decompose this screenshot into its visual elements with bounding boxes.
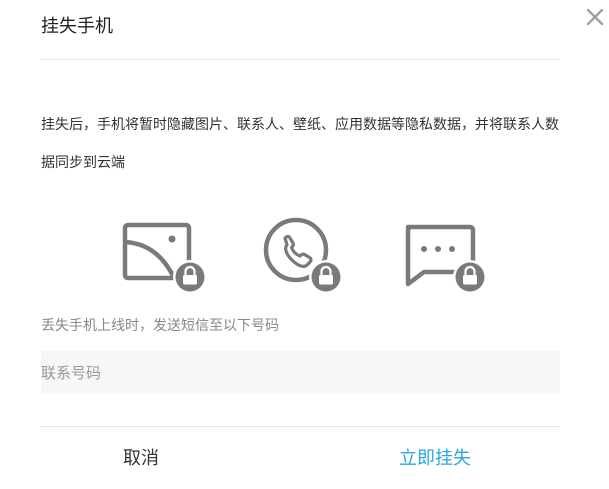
footer-divider bbox=[41, 426, 560, 427]
phone-lock-icon bbox=[263, 217, 343, 294]
dialog-description: 挂失后，手机将暂时隐藏图片、联系人、壁纸、应用数据等隐私数据，并将联系人数据同步… bbox=[41, 117, 559, 171]
contact-number-input[interactable] bbox=[41, 351, 560, 394]
header-divider bbox=[41, 59, 560, 60]
cancel-button[interactable]: 取消 bbox=[41, 440, 241, 476]
message-lock-icon bbox=[405, 224, 487, 294]
lost-phone-dialog: 挂失手机 挂失后，手机将暂时隐藏图片、联系人、壁纸、应用数据等隐私数据，并将联系… bbox=[0, 0, 609, 489]
dialog-title: 挂失手机 bbox=[41, 16, 113, 37]
sms-hint: 丢失手机上线时，发送短信至以下号码 bbox=[41, 318, 279, 334]
close-icon[interactable] bbox=[583, 5, 607, 29]
image-lock-icon bbox=[122, 222, 207, 294]
report-lost-button[interactable]: 立即挂失 bbox=[335, 440, 535, 476]
